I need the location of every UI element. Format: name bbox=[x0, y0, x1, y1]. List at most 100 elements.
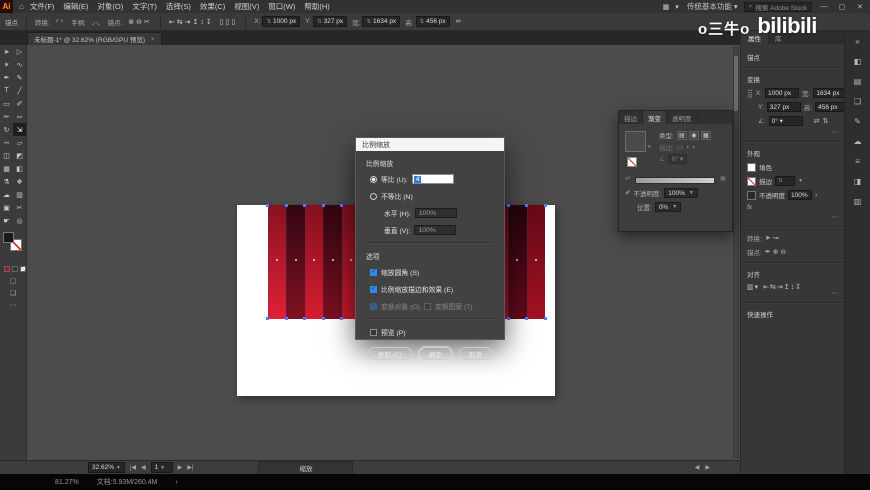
gradient-panel-icon[interactable]: ◨ bbox=[854, 177, 862, 186]
stepper-icon[interactable]: ⇅ bbox=[366, 19, 371, 25]
anchor-point[interactable] bbox=[340, 317, 343, 320]
type-tool[interactable]: T bbox=[0, 84, 13, 97]
distribute-icons[interactable]: ▯▯▯ bbox=[220, 18, 238, 26]
y-input[interactable]: 327 px bbox=[767, 102, 801, 112]
field-input[interactable]: ⇅1634 px bbox=[362, 16, 400, 27]
field-input[interactable]: ⇅456 px bbox=[416, 16, 450, 27]
menu-item[interactable]: 效果(C) bbox=[200, 1, 225, 12]
anchor-point[interactable] bbox=[266, 317, 269, 320]
artwork-stripe[interactable] bbox=[305, 205, 323, 319]
maximize-button[interactable]: ▢ bbox=[836, 3, 848, 11]
gradient-swatch[interactable] bbox=[625, 131, 646, 152]
stepper-icon[interactable]: ⇅ bbox=[420, 19, 425, 25]
anchor-point[interactable] bbox=[303, 317, 306, 320]
handles-icons[interactable]: ◞◟ bbox=[92, 18, 101, 26]
draw-mode-icon[interactable]: ▢ bbox=[10, 277, 17, 285]
symbols-icon[interactable]: ☁ bbox=[854, 137, 862, 146]
horizontal-scroll-arrows[interactable]: ◀ ▶ bbox=[695, 464, 710, 471]
field-input[interactable]: ⇅1000 px bbox=[262, 16, 300, 27]
anchor-point-mid[interactable] bbox=[332, 259, 334, 261]
align-icons[interactable]: ⇤⇆⇥↥↕↧ bbox=[169, 18, 214, 26]
column-graph-tool[interactable]: ▥ bbox=[13, 188, 26, 201]
ok-button[interactable]: 确定 bbox=[419, 347, 452, 360]
pencil-tool[interactable]: ✏ bbox=[0, 110, 13, 123]
gradient-slider[interactable] bbox=[635, 177, 714, 184]
uniform-radio[interactable] bbox=[370, 176, 377, 183]
anchor-point[interactable] bbox=[266, 204, 269, 207]
color-guide-icon[interactable]: ▤ bbox=[854, 77, 862, 86]
anchor-point[interactable] bbox=[525, 204, 528, 207]
dialog-title-bar[interactable]: 比例缩放 bbox=[356, 138, 504, 151]
app-logo-icon[interactable]: Ai bbox=[0, 0, 13, 13]
anchor-point[interactable] bbox=[285, 204, 288, 207]
vertical-scrollbar[interactable] bbox=[733, 47, 739, 458]
anchor-point[interactable] bbox=[525, 317, 528, 320]
artwork-stripe[interactable] bbox=[323, 205, 341, 319]
stroke-swatch[interactable] bbox=[747, 177, 756, 186]
panel-tab[interactable]: 透明度 bbox=[667, 111, 698, 124]
artboard-tool[interactable]: ▣ bbox=[0, 201, 13, 214]
stepper-icon[interactable]: ⇅ bbox=[317, 19, 322, 25]
selection-tool[interactable]: ➤ bbox=[0, 45, 13, 58]
preview-checkbox[interactable] bbox=[370, 329, 377, 336]
first-artboard-icon[interactable]: |◀ bbox=[130, 464, 136, 471]
blend-tool[interactable]: ❖ bbox=[13, 175, 26, 188]
screen-mode-icon[interactable]: ❏ bbox=[10, 289, 16, 297]
color-button[interactable] bbox=[4, 266, 10, 272]
tab-close-icon[interactable]: × bbox=[151, 36, 155, 43]
caret-down-icon[interactable]: ▼ bbox=[798, 178, 803, 184]
anchor-point[interactable] bbox=[303, 204, 306, 207]
paintbrush-tool[interactable]: ✐ bbox=[13, 97, 26, 110]
reference-point-icon[interactable]: ⣿ bbox=[747, 89, 753, 98]
anchor-point-mid[interactable] bbox=[516, 259, 518, 261]
menu-item[interactable]: 选择(S) bbox=[166, 1, 191, 12]
cancel-button[interactable]: 取消 bbox=[459, 347, 492, 360]
hand-tool[interactable]: ☛ bbox=[0, 214, 13, 227]
rotate-tool[interactable]: ↻ bbox=[0, 123, 13, 136]
scale-corners-checkbox[interactable]: ✓ bbox=[370, 269, 377, 276]
minimize-button[interactable]: — bbox=[818, 3, 830, 10]
flip-horizontal-icon[interactable]: ⇄ bbox=[814, 117, 820, 125]
position-field[interactable]: 0%▼ bbox=[655, 202, 681, 212]
fill-swatch[interactable] bbox=[747, 163, 756, 172]
prev-artboard-icon[interactable]: ◀ bbox=[141, 464, 146, 471]
panel-tab[interactable]: 库 bbox=[768, 31, 789, 44]
stroke-panel-icon[interactable]: ≡ bbox=[855, 157, 860, 166]
width-tool[interactable]: ⇿ bbox=[0, 136, 13, 149]
anchor-point-mid[interactable] bbox=[295, 259, 297, 261]
stepper-icon[interactable]: ⇅ bbox=[266, 19, 271, 25]
layers-icon[interactable]: ▥ bbox=[854, 197, 862, 206]
mesh-tool[interactable]: ▦ bbox=[0, 162, 13, 175]
artwork-stripe[interactable] bbox=[508, 205, 526, 319]
opacity-field[interactable]: 100%▼ bbox=[664, 188, 698, 198]
w-input[interactable]: 1634 px bbox=[813, 88, 847, 98]
perspective-grid-tool[interactable]: ◩ bbox=[13, 149, 26, 162]
eyedropper-icon[interactable]: ✐ bbox=[625, 189, 630, 197]
horizontal-input[interactable]: 100% bbox=[415, 208, 457, 218]
rectangle-tool[interactable]: ▭ bbox=[0, 97, 13, 110]
anchor-point[interactable] bbox=[340, 204, 343, 207]
stroke-weight-input[interactable]: ⇅ bbox=[775, 176, 795, 186]
panel-tab[interactable]: 渐变 bbox=[643, 111, 667, 124]
freeform-gradient-icon[interactable]: ▦ bbox=[701, 131, 711, 140]
close-button[interactable]: ✕ bbox=[854, 3, 866, 11]
color-panel-icon[interactable]: ◧ bbox=[854, 57, 862, 66]
anchor-point-mid[interactable] bbox=[350, 259, 352, 261]
zoom-level-field[interactable]: 32.62% ▼ bbox=[88, 462, 125, 473]
opacity-chevron-icon[interactable]: › bbox=[815, 192, 817, 199]
menu-item[interactable]: 窗口(W) bbox=[268, 1, 295, 12]
vertical-scrollbar-thumb[interactable] bbox=[734, 56, 738, 111]
x-input[interactable]: 1000 px bbox=[765, 88, 799, 98]
toolbar-more-icon[interactable]: ⋯ bbox=[10, 301, 17, 309]
gradient-button[interactable] bbox=[12, 266, 18, 272]
field-input[interactable]: ⇅327 px bbox=[313, 16, 347, 27]
anchor-point[interactable] bbox=[322, 204, 325, 207]
angle-input[interactable]: 0° ▾ bbox=[769, 116, 803, 126]
menu-item[interactable]: 帮助(H) bbox=[304, 1, 329, 12]
free-transform-tool[interactable]: ▱ bbox=[13, 136, 26, 149]
menu-item[interactable]: 文件(F) bbox=[30, 1, 55, 12]
home-icon[interactable]: ⌂ bbox=[19, 2, 24, 11]
menu-item[interactable]: 视图(V) bbox=[234, 1, 259, 12]
anchor-point[interactable] bbox=[285, 317, 288, 320]
anchor-point[interactable] bbox=[544, 204, 547, 207]
